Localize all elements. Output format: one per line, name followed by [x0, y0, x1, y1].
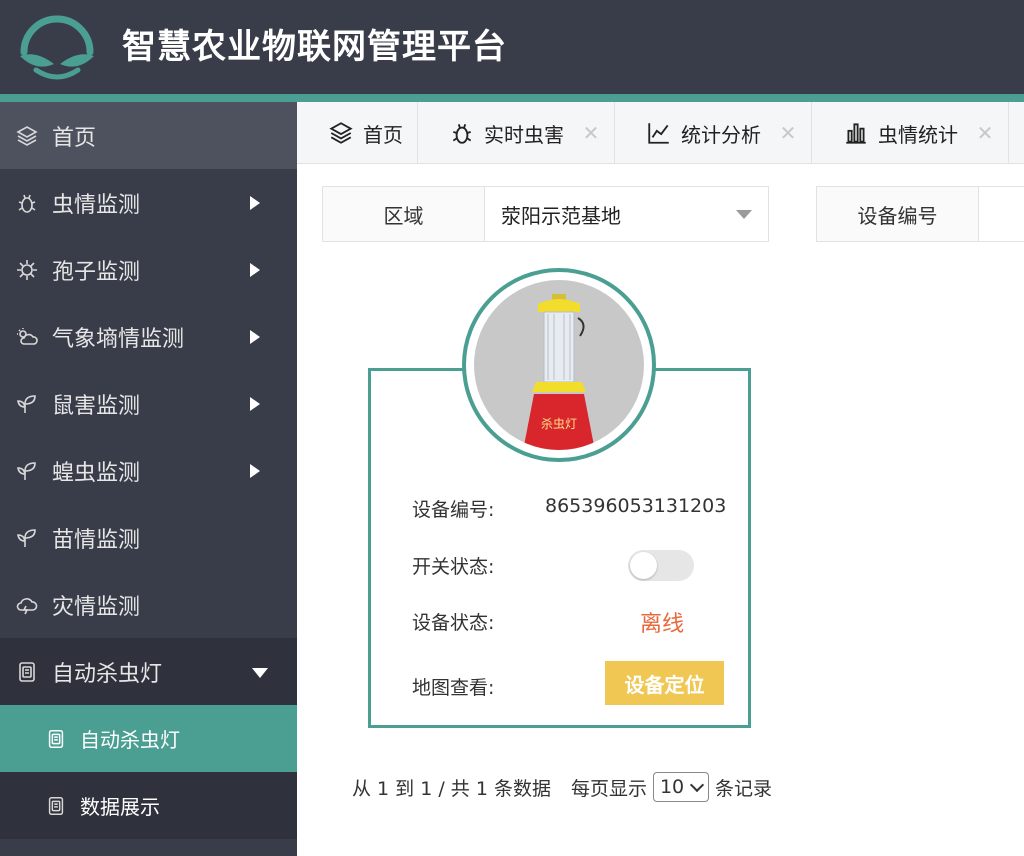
- lamp-icon: [14, 659, 40, 685]
- sidebar-item-weather[interactable]: 气象墒情监测: [0, 303, 297, 370]
- sidebar-item-label: 鼠害监测: [52, 393, 141, 419]
- tab-label: 首页: [363, 122, 403, 147]
- status-badge: 离线: [640, 612, 685, 637]
- layers-icon: [14, 123, 40, 149]
- logo-icon: [20, 15, 94, 80]
- tab-pest-statistics[interactable]: 虫情统计 ✕: [812, 102, 1009, 164]
- sidebar-item-label: 虫情监测: [52, 192, 141, 218]
- sidebar-item-label: 气象墒情监测: [52, 326, 185, 352]
- chevron-down-icon: [689, 777, 705, 793]
- app-title: 智慧农业物联网管理平台: [122, 27, 507, 67]
- caret-down-icon: [736, 210, 752, 219]
- chevron-right-icon: [250, 262, 260, 277]
- tab-label: 统计分析: [681, 122, 761, 147]
- sidebar-item-seedling[interactable]: 苗情监测: [0, 504, 297, 571]
- locate-device-button[interactable]: 设备定位: [605, 661, 724, 705]
- switch-row-label: 开关状态:: [412, 556, 495, 578]
- records-label: 条记录: [714, 777, 772, 800]
- device-id-row-label: 设备编号:: [412, 499, 495, 521]
- chevron-right-icon: [250, 463, 260, 478]
- chevron-right-icon: [250, 195, 260, 210]
- sidebar-item-rodent[interactable]: 鼠害监测: [0, 370, 297, 437]
- sidebar-subitem-insect-lamp[interactable]: 自动杀虫灯: [0, 705, 297, 772]
- device-image: 杀虫灯: [474, 280, 644, 450]
- bug-icon: [448, 119, 476, 147]
- toggle-knob: [630, 552, 657, 579]
- sidebar-item-home[interactable]: 首页: [0, 102, 297, 169]
- tab-statistics[interactable]: 统计分析 ✕: [615, 102, 812, 164]
- sidebar-subitem-label: 自动杀虫灯: [80, 728, 180, 752]
- tab-realtime-pest[interactable]: 实时虫害 ✕: [418, 102, 615, 164]
- header-divider: [0, 94, 1024, 102]
- per-page-value: 10: [659, 776, 685, 798]
- chevron-right-icon: [250, 329, 260, 344]
- sidebar-item-label: 灾情监测: [52, 594, 141, 620]
- sidebar-item-label: 苗情监测: [52, 527, 141, 553]
- line-chart-icon: [645, 119, 673, 147]
- chevron-down-icon: [252, 667, 268, 678]
- pagination: 从 1 到 1 / 共 1 条数据 每页显示 10 条记录: [352, 770, 772, 804]
- cloud-sun-icon: [14, 324, 40, 350]
- close-icon[interactable]: ✕: [779, 121, 797, 145]
- close-icon[interactable]: ✕: [976, 121, 994, 145]
- sidebar-item-locust[interactable]: 蝗虫监测: [0, 437, 297, 504]
- sidebar: 首页 虫情监测 孢子监测 气象墒情监测 鼠害监测 蝗虫监测 苗情监测 灾情监测 …: [0, 102, 297, 856]
- tab-bar: 首页 实时虫害 ✕ 统计分析 ✕ 虫情统计 ✕: [297, 102, 1024, 164]
- device-id-input[interactable]: [979, 187, 1024, 241]
- sprout-icon: [14, 458, 40, 484]
- tab-home[interactable]: 首页: [297, 102, 418, 164]
- close-icon[interactable]: ✕: [582, 121, 600, 145]
- device-filter: 设备编号: [816, 186, 1024, 242]
- sidebar-item-label: 自动杀虫灯: [52, 661, 163, 687]
- chevron-right-icon: [250, 396, 260, 411]
- layers-icon: [327, 119, 355, 147]
- spore-icon: [14, 257, 40, 283]
- region-select[interactable]: 荥阳示范基地: [485, 187, 768, 241]
- lamp-icon: [44, 727, 68, 751]
- region-filter: 区域 荥阳示范基地: [322, 186, 769, 242]
- status-row-label: 设备状态:: [412, 612, 495, 634]
- power-switch-toggle[interactable]: [628, 550, 694, 581]
- bar-chart-icon: [842, 119, 870, 147]
- cloud-icon: [14, 592, 40, 618]
- sidebar-subitem-label: 数据展示: [80, 795, 160, 819]
- sidebar-item-disaster[interactable]: 灾情监测: [0, 571, 297, 638]
- device-avatar-ring: 杀虫灯: [462, 268, 656, 462]
- region-label: 区域: [323, 187, 485, 241]
- sidebar-item-label: 首页: [52, 125, 97, 151]
- bug-icon: [14, 190, 40, 216]
- sidebar-item-insect-lamp[interactable]: 自动杀虫灯: [0, 638, 297, 705]
- sidebar-item-pest[interactable]: 虫情监测: [0, 169, 297, 236]
- sidebar-item-label: 蝗虫监测: [52, 460, 141, 486]
- tab-label: 虫情统计: [878, 122, 958, 147]
- pagination-summary: 从 1 到 1 / 共 1 条数据: [352, 777, 551, 800]
- sprout-icon: [14, 525, 40, 551]
- app-header: 智慧农业物联网管理平台: [0, 0, 1024, 94]
- per-page-label: 每页显示: [570, 777, 647, 800]
- map-row-label: 地图查看:: [412, 677, 495, 699]
- region-value: 荥阳示范基地: [501, 203, 621, 228]
- sidebar-subitem-data-display[interactable]: 数据展示: [0, 772, 297, 839]
- tab-label: 实时虫害: [484, 122, 564, 147]
- sidebar-item-spore[interactable]: 孢子监测: [0, 236, 297, 303]
- device-id-value: 865396053131203: [545, 495, 727, 517]
- sidebar-item-label: 孢子监测: [52, 259, 141, 285]
- sprout-icon: [14, 391, 40, 417]
- per-page-select[interactable]: 10: [652, 772, 709, 802]
- svg-text:杀虫灯: 杀虫灯: [541, 416, 577, 431]
- lamp-icon: [44, 794, 68, 818]
- device-id-label: 设备编号: [817, 187, 979, 241]
